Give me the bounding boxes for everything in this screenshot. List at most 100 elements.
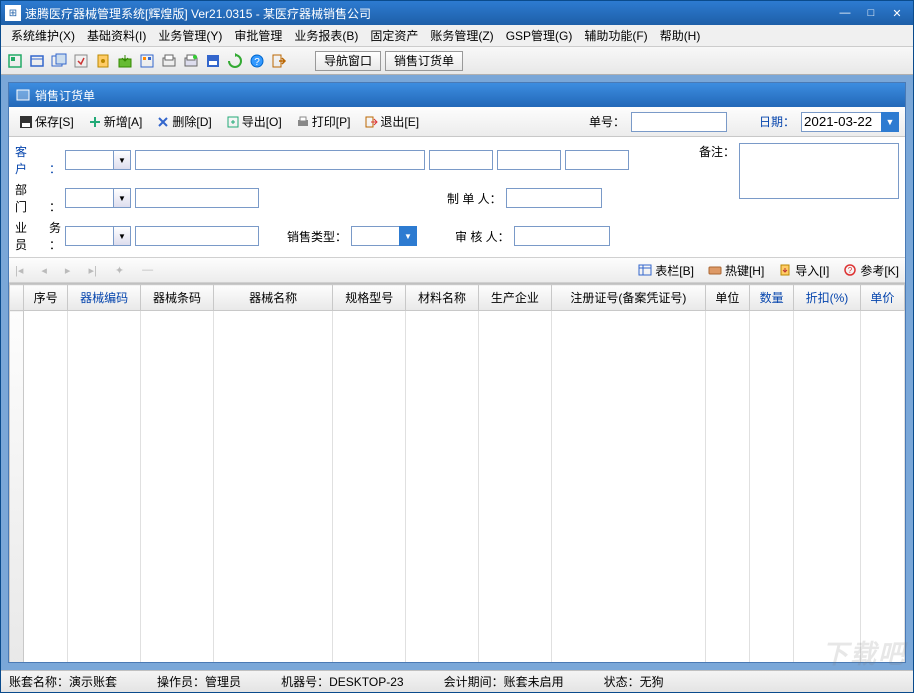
col-device-code[interactable]: 器械编码 <box>68 285 141 311</box>
col-device-name[interactable]: 器械名称 <box>213 285 332 311</box>
customer-aux1-input[interactable] <box>429 150 493 170</box>
menu-aux[interactable]: 辅助功能(F) <box>578 25 653 46</box>
statusbar: 账套名称：演示账套 操作员：管理员 机器号：DESKTOP-23 会计期间：账套… <box>1 670 913 692</box>
status-state-label: 状态： <box>604 675 640 689</box>
date-label[interactable]: 日期： <box>759 113 795 130</box>
nav-last-icon[interactable]: ▸| <box>88 264 96 277</box>
tool-icon-exit[interactable] <box>269 51 289 71</box>
tool-icon-5[interactable] <box>93 51 113 71</box>
table-row[interactable] <box>10 311 905 663</box>
close-button[interactable]: ✕ <box>885 4 909 22</box>
row-selector-header[interactable] <box>10 285 24 311</box>
auditor-input[interactable] <box>514 226 610 246</box>
order-no-input[interactable] <box>631 112 727 132</box>
date-input[interactable] <box>801 112 881 132</box>
customer-code-input[interactable] <box>65 150 113 170</box>
tool-icon-2[interactable] <box>27 51 47 71</box>
dept-label: 部 门： <box>15 181 61 215</box>
customer-name-input[interactable] <box>135 150 425 170</box>
sale-type-combo-button[interactable]: ▼ <box>399 226 417 246</box>
nav-del-icon[interactable]: — <box>142 264 153 276</box>
menu-system[interactable]: 系统维护(X) <box>5 25 81 46</box>
maker-label: 制 单 人： <box>447 190 502 207</box>
col-price[interactable]: 单价 <box>860 285 904 311</box>
tool-icon-9[interactable] <box>181 51 201 71</box>
hotkey-button[interactable]: 热键[H] <box>708 262 764 279</box>
delete-button[interactable]: 删除[D] <box>152 111 215 132</box>
menu-gsp[interactable]: GSP管理(G) <box>500 25 579 46</box>
svg-text:?: ? <box>848 266 853 275</box>
col-unit[interactable]: 单位 <box>705 285 749 311</box>
col-discount[interactable]: 折扣(%) <box>794 285 860 311</box>
maximize-button[interactable]: □ <box>859 4 883 22</box>
clerk-combo-button[interactable]: ▼ <box>113 226 131 246</box>
status-account-label: 账套名称： <box>9 675 69 689</box>
grid-container[interactable]: 序号 器械编码 器械条码 器械名称 规格型号 材料名称 生产企业 注册证号(备案… <box>9 283 905 662</box>
menubar: 系统维护(X) 基础资料(I) 业务管理(Y) 审批管理 业务报表(B) 固定资… <box>1 25 913 47</box>
action-bar: 保存[S] 新增[A] 删除[D] 导出[O] 打印[P] 退出[E] 单号： … <box>9 107 905 137</box>
svg-text:?: ? <box>254 57 260 68</box>
clerk-name-input[interactable] <box>135 226 259 246</box>
col-spec[interactable]: 规格型号 <box>333 285 406 311</box>
window-title: 速腾医疗器械管理系统[辉煌版] Ver21.0315 - 某医疗器械销售公司 <box>25 5 831 22</box>
reference-button[interactable]: ?参考[K] <box>843 262 899 279</box>
dept-code-input[interactable] <box>65 188 113 208</box>
customer-aux2-input[interactable] <box>497 150 561 170</box>
customer-label[interactable]: 客 户： <box>15 143 61 177</box>
nav-first-icon[interactable]: |◂ <box>15 264 23 277</box>
add-button[interactable]: 新增[A] <box>84 111 147 132</box>
tool-icon-12[interactable]: ? <box>247 51 267 71</box>
menu-business[interactable]: 业务管理(Y) <box>152 25 228 46</box>
col-manufacturer[interactable]: 生产企业 <box>478 285 551 311</box>
dept-combo-button[interactable]: ▼ <box>113 188 131 208</box>
menu-basic[interactable]: 基础资料(I) <box>81 25 152 46</box>
tool-icon-6[interactable] <box>115 51 135 71</box>
minimize-button[interactable]: — <box>833 4 857 22</box>
tool-icon-10[interactable] <box>203 51 223 71</box>
col-qty[interactable]: 数量 <box>750 285 794 311</box>
status-period: 账套未启用 <box>504 675 564 689</box>
import-button[interactable]: 导入[I] <box>778 262 829 279</box>
tab-nav-window[interactable]: 导航窗口 <box>315 51 381 71</box>
tool-icon-4[interactable] <box>71 51 91 71</box>
main-toolbar: ? 导航窗口 销售订货单 <box>1 47 913 75</box>
tool-icon-3[interactable] <box>49 51 69 71</box>
customer-aux3-input[interactable] <box>565 150 629 170</box>
col-reg-no[interactable]: 注册证号(备案凭证号) <box>551 285 705 311</box>
save-button[interactable]: 保存[S] <box>15 111 78 132</box>
menu-asset[interactable]: 固定资产 <box>364 25 424 46</box>
header-config-button[interactable]: 表栏[B] <box>638 262 694 279</box>
menu-report[interactable]: 业务报表(B) <box>288 25 364 46</box>
print-button[interactable]: 打印[P] <box>292 111 355 132</box>
date-picker-button[interactable]: ▼ <box>881 112 899 132</box>
sale-type-label: 销售类型： <box>287 228 347 245</box>
menu-help[interactable]: 帮助(H) <box>654 25 707 46</box>
col-seq[interactable]: 序号 <box>24 285 68 311</box>
export-button[interactable]: 导出[O] <box>222 111 286 132</box>
col-material[interactable]: 材料名称 <box>406 285 479 311</box>
menu-approval[interactable]: 审批管理 <box>228 25 288 46</box>
clerk-code-input[interactable] <box>65 226 113 246</box>
remark-label: 备注： <box>699 143 735 199</box>
nav-add-icon[interactable]: ✦ <box>115 264 124 277</box>
app-icon: ⊞ <box>5 5 21 21</box>
data-grid: 序号 器械编码 器械条码 器械名称 规格型号 材料名称 生产企业 注册证号(备案… <box>9 284 905 662</box>
tool-icon-7[interactable] <box>137 51 157 71</box>
customer-combo-button[interactable]: ▼ <box>113 150 131 170</box>
tool-icon-1[interactable] <box>5 51 25 71</box>
nav-next-icon[interactable]: ▸ <box>65 264 71 277</box>
col-barcode[interactable]: 器械条码 <box>141 285 214 311</box>
menu-finance[interactable]: 账务管理(Z) <box>424 25 499 46</box>
tool-icon-8[interactable] <box>159 51 179 71</box>
maker-input[interactable] <box>506 188 602 208</box>
panel-icon <box>15 87 31 103</box>
exit-button[interactable]: 退出[E] <box>360 111 423 132</box>
titlebar: ⊞ 速腾医疗器械管理系统[辉煌版] Ver21.0315 - 某医疗器械销售公司… <box>1 1 913 25</box>
sale-type-input[interactable] <box>351 226 399 246</box>
remark-textarea[interactable] <box>739 143 899 199</box>
status-machine-label: 机器号： <box>281 675 329 689</box>
tab-sales-order[interactable]: 销售订货单 <box>385 51 463 71</box>
tool-icon-11[interactable] <box>225 51 245 71</box>
nav-prev-icon[interactable]: ◂ <box>41 264 47 277</box>
dept-name-input[interactable] <box>135 188 259 208</box>
